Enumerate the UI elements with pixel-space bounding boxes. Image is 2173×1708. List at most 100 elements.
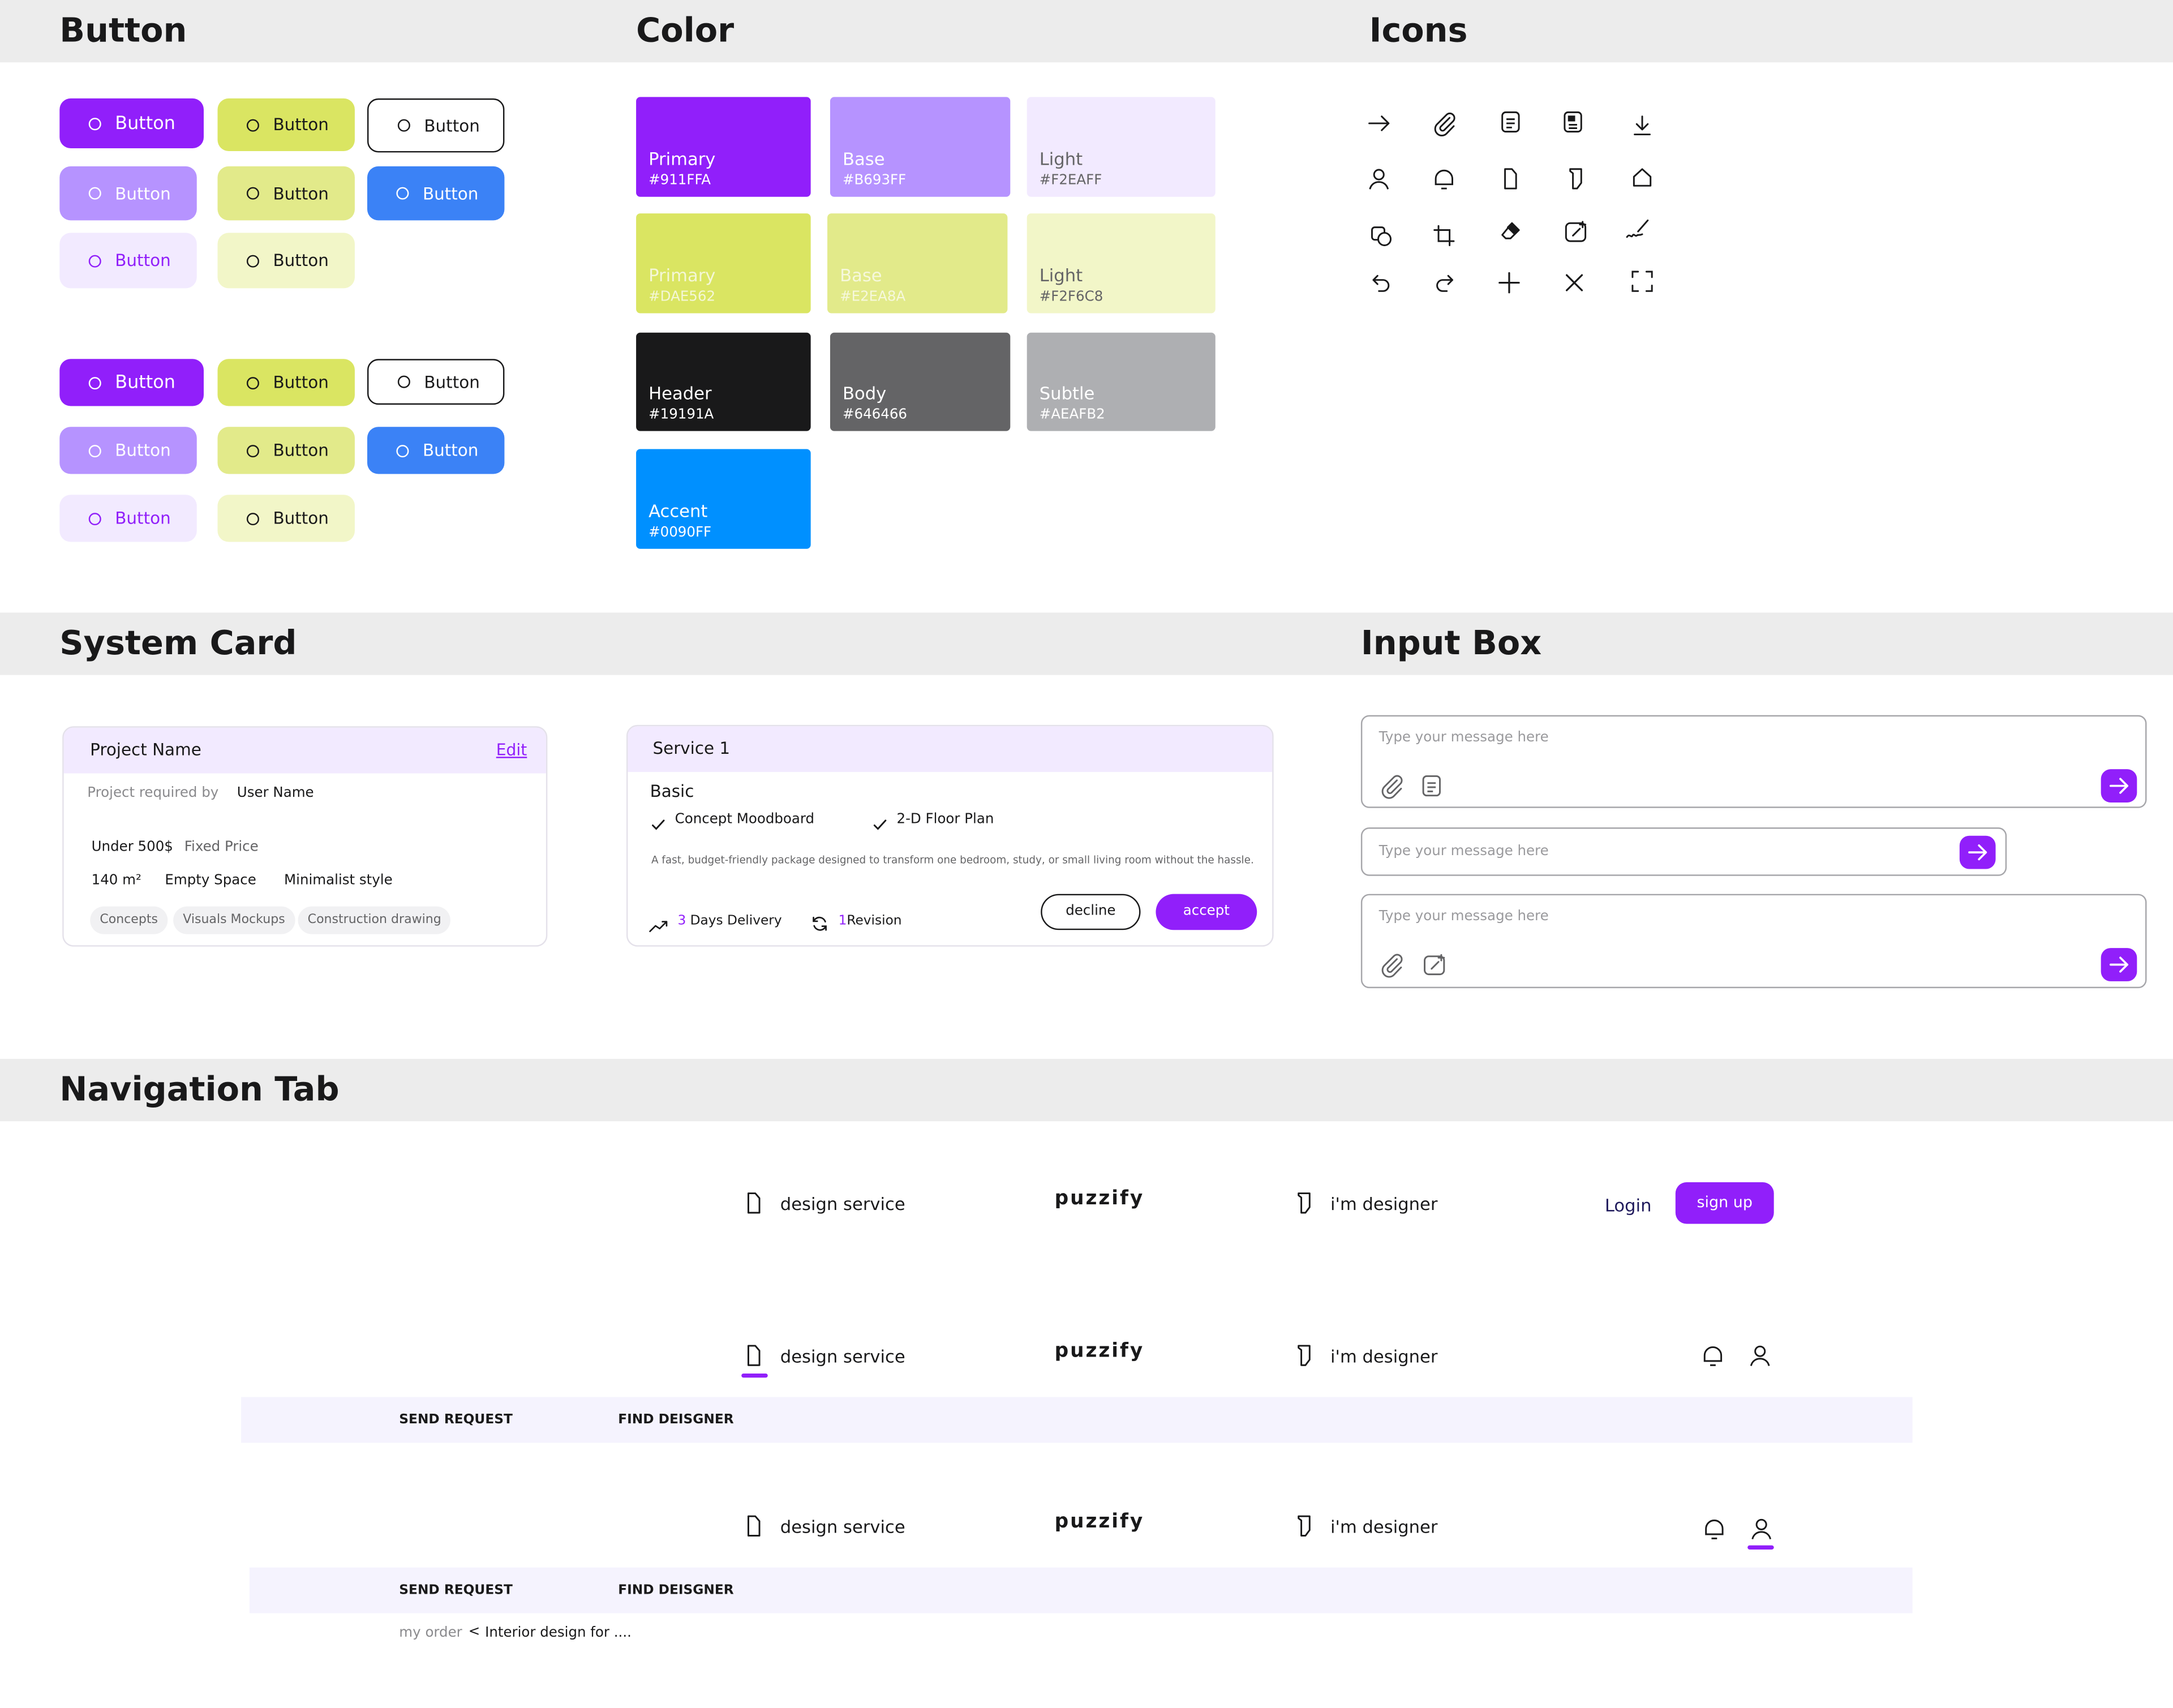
service-description: A fast, budget-friendly package designed… — [651, 853, 1254, 866]
secondary-button[interactable]: Button — [217, 98, 355, 151]
swatch-primary-lime: Primary #DAE562 — [636, 213, 811, 314]
close-icon — [1561, 269, 1588, 297]
user-icon — [1365, 165, 1393, 192]
designer-icon — [1562, 165, 1590, 192]
nav-im-designer[interactable]: i'm designer — [1330, 1516, 1437, 1537]
secondary-base-button[interactable]: Button — [217, 427, 355, 474]
swatch-hex: #F2EAFF — [1039, 173, 1102, 189]
home-icon — [1629, 164, 1656, 191]
sub-nav-find-designer[interactable]: FIND DEISGNER — [618, 1413, 733, 1428]
login-link[interactable]: Login — [1605, 1195, 1652, 1216]
designer-icon — [1290, 1512, 1318, 1540]
delivery-label: Days Delivery — [690, 913, 782, 929]
swatch-name: Subtle — [1039, 382, 1095, 404]
swatch-name: Light — [1039, 148, 1083, 169]
primary-base-button[interactable]: Button — [59, 427, 197, 474]
bell-icon[interactable] — [1700, 1515, 1728, 1543]
swatch-name: Header — [649, 382, 712, 404]
file-icon — [740, 1512, 768, 1540]
nav-design-service[interactable]: design service — [780, 1346, 905, 1367]
document-icon[interactable] — [1418, 772, 1445, 800]
section-title-color: Color — [636, 11, 735, 50]
swatch-name: Primary — [649, 148, 716, 169]
swatch-name: Base — [840, 264, 882, 286]
blue-button[interactable]: Button — [367, 427, 505, 474]
decline-button[interactable]: decline — [1041, 894, 1141, 930]
puzzify-logo[interactable]: puzzify — [1055, 1340, 1144, 1362]
file-icon — [740, 1189, 768, 1217]
message-input-large[interactable]: Type your message here — [1360, 715, 2147, 808]
send-button[interactable] — [2101, 948, 2137, 981]
edit-link[interactable]: Edit — [496, 740, 527, 759]
button-label: Button — [273, 115, 329, 135]
user-icon[interactable] — [1746, 1342, 1774, 1370]
nav-design-service[interactable]: design service — [780, 1516, 905, 1537]
swatch-name: Body — [842, 382, 887, 404]
signup-button[interactable]: sign up — [1675, 1182, 1774, 1224]
button-label: Button — [273, 251, 329, 271]
circle-icon — [246, 512, 259, 525]
sub-nav-find-designer[interactable]: FIND DEISGNER — [618, 1583, 733, 1598]
blue-button[interactable]: Button — [367, 166, 505, 221]
accept-button[interactable]: accept — [1156, 894, 1257, 930]
user-icon[interactable] — [1747, 1515, 1775, 1543]
button-label: Button — [273, 372, 329, 393]
designer-icon — [1290, 1342, 1318, 1370]
chip-construction-drawing: Construction drawing — [298, 906, 451, 934]
outline-button[interactable]: Button — [367, 98, 505, 153]
message-input-inline[interactable]: Type your message here — [1360, 827, 2007, 876]
nav-im-designer[interactable]: i'm designer — [1330, 1346, 1437, 1367]
button-label: Button — [422, 183, 479, 203]
secondary-button[interactable]: Button — [217, 359, 355, 406]
breadcrumb-separator: < — [468, 1624, 480, 1640]
outline-button[interactable]: Button — [367, 359, 505, 405]
shapes-icon — [1368, 222, 1395, 250]
circle-icon — [88, 444, 101, 457]
revision-count: 1 — [838, 913, 847, 929]
primary-light-button[interactable]: Button — [59, 233, 197, 289]
send-button[interactable] — [2101, 769, 2137, 802]
breadcrumb-current: Interior design for .... — [485, 1625, 632, 1641]
edit-image-icon[interactable] — [1420, 951, 1448, 979]
primary-light-button[interactable]: Button — [59, 495, 197, 542]
swatch-hex: #19191A — [649, 407, 714, 423]
refresh-icon — [811, 912, 829, 931]
check-icon — [650, 812, 667, 830]
send-button[interactable] — [1959, 835, 1996, 869]
paperclip-icon[interactable] — [1377, 951, 1405, 979]
message-placeholder: Type your message here — [1378, 909, 1549, 925]
bell-icon[interactable] — [1699, 1342, 1727, 1370]
section-band-top — [0, 0, 2173, 63]
sub-nav-send-request[interactable]: SEND REQUEST — [399, 1413, 513, 1428]
primary-button[interactable]: Button — [59, 98, 204, 149]
check-icon — [871, 812, 888, 830]
breadcrumb-root[interactable]: my order — [399, 1626, 462, 1641]
swatch-name: Accent — [649, 500, 708, 521]
puzzify-logo[interactable]: puzzify — [1055, 1188, 1144, 1210]
secondary-base-button[interactable]: Button — [217, 166, 355, 221]
circle-icon — [88, 254, 101, 267]
primary-button[interactable]: Button — [59, 359, 204, 406]
section-title-system-card: System Card — [59, 624, 297, 663]
message-placeholder: Type your message here — [1378, 844, 1549, 860]
swatch-hex: #911FFA — [649, 173, 711, 189]
designer-icon — [1290, 1189, 1318, 1217]
section-title-icons: Icons — [1369, 11, 1468, 50]
puzzify-logo[interactable]: puzzify — [1055, 1510, 1144, 1533]
paperclip-icon[interactable] — [1377, 772, 1405, 800]
primary-base-button[interactable]: Button — [59, 166, 197, 221]
swatch-base-purple: Base #B693FF — [830, 97, 1011, 197]
message-input-image[interactable]: Type your message here — [1360, 894, 2147, 989]
secondary-light-button[interactable]: Button — [217, 233, 355, 289]
swatch-primary-purple: Primary #911FFA — [636, 97, 811, 197]
button-label: Button — [115, 372, 175, 393]
secondary-light-button[interactable]: Button — [217, 495, 355, 542]
nav-design-service[interactable]: design service — [780, 1194, 905, 1215]
file-icon — [1497, 165, 1524, 192]
redo-icon — [1430, 268, 1458, 295]
nav-im-designer[interactable]: i'm designer — [1330, 1194, 1437, 1215]
project-area: 140 m² — [91, 873, 141, 889]
sub-nav-send-request[interactable]: SEND REQUEST — [399, 1583, 513, 1598]
button-label: Button — [424, 372, 480, 392]
circle-icon — [246, 444, 259, 457]
